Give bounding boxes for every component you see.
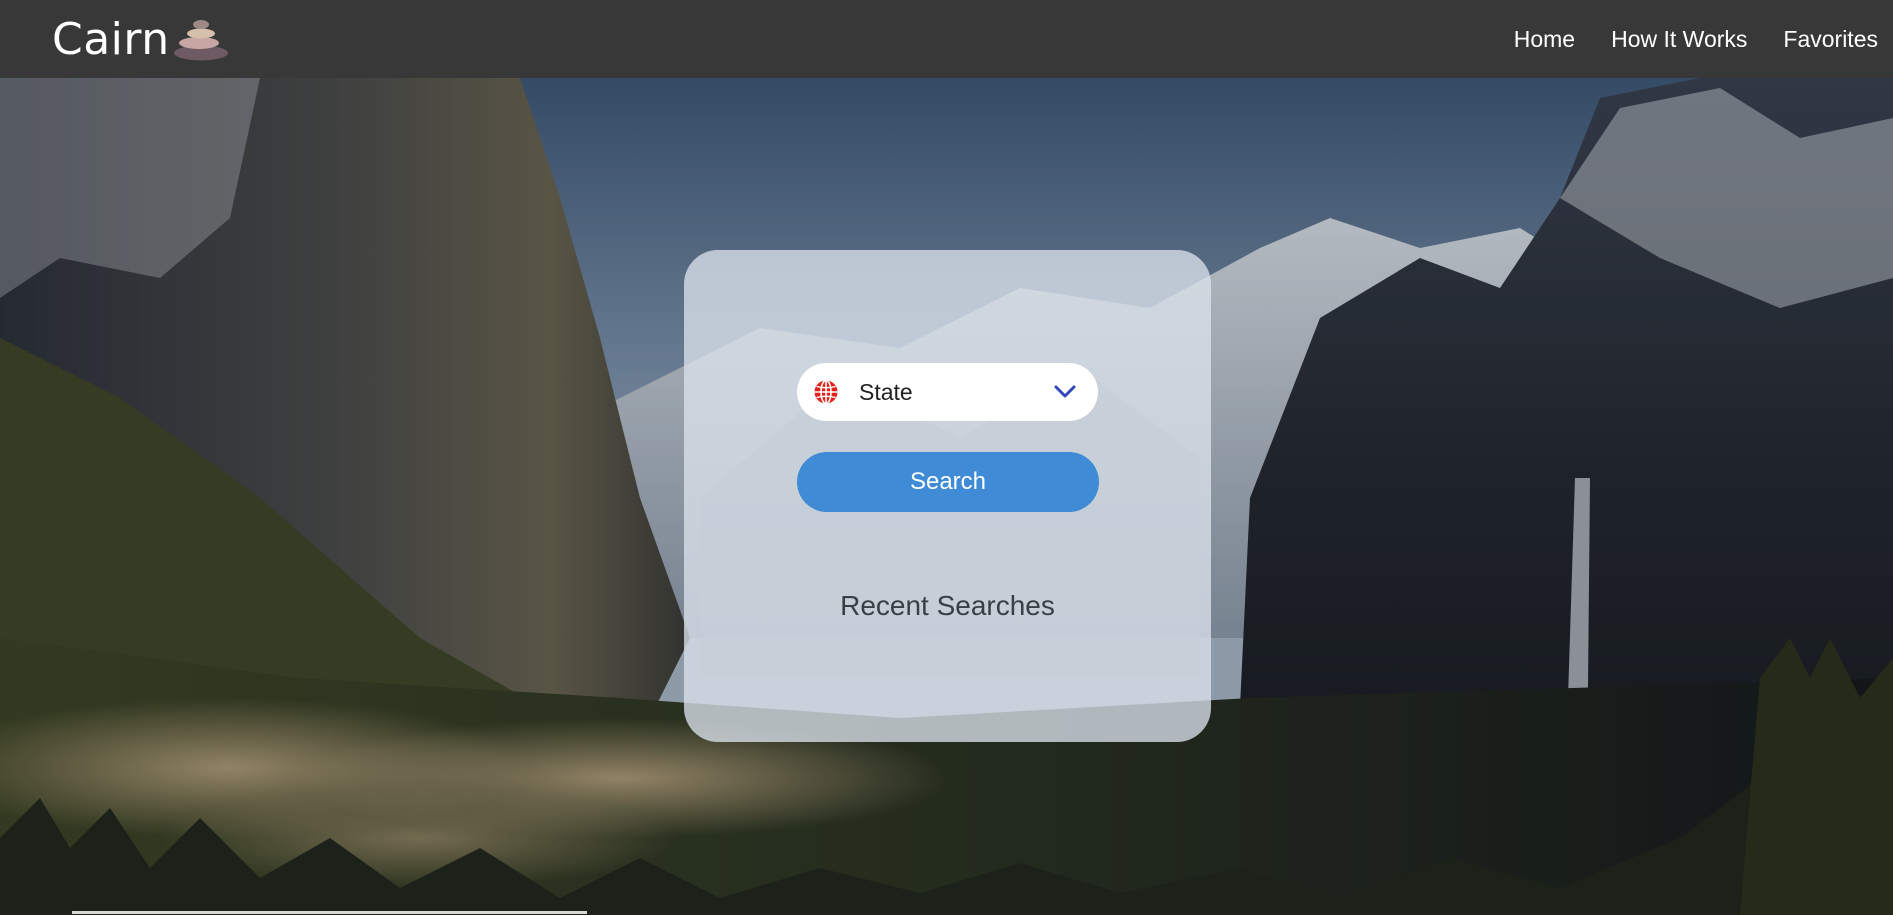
chevron-down-icon: [1054, 385, 1076, 398]
state-select-value: State: [859, 378, 913, 405]
recent-searches-heading: Recent Searches: [840, 590, 1055, 621]
brand-logo[interactable]: Cairn: [52, 14, 230, 65]
nav-favorites[interactable]: Favorites: [1783, 26, 1878, 53]
main-nav: Home How It Works Favorites: [1514, 26, 1878, 53]
search-button[interactable]: Search: [797, 452, 1099, 512]
globe-icon: [814, 379, 838, 405]
stacked-stones-icon: [173, 20, 228, 61]
bottom-scroll-indicator: [72, 911, 587, 914]
nav-home[interactable]: Home: [1514, 26, 1575, 53]
top-navbar: Cairn Home How It Works Favorites: [0, 0, 1893, 78]
brand-name: Cairn: [52, 13, 170, 65]
state-select[interactable]: State: [797, 363, 1098, 421]
hero-background: State Search Recent Searches: [0, 78, 1893, 915]
nav-how-it-works[interactable]: How It Works: [1611, 26, 1747, 53]
search-card: State Search Recent Searches: [684, 250, 1211, 742]
